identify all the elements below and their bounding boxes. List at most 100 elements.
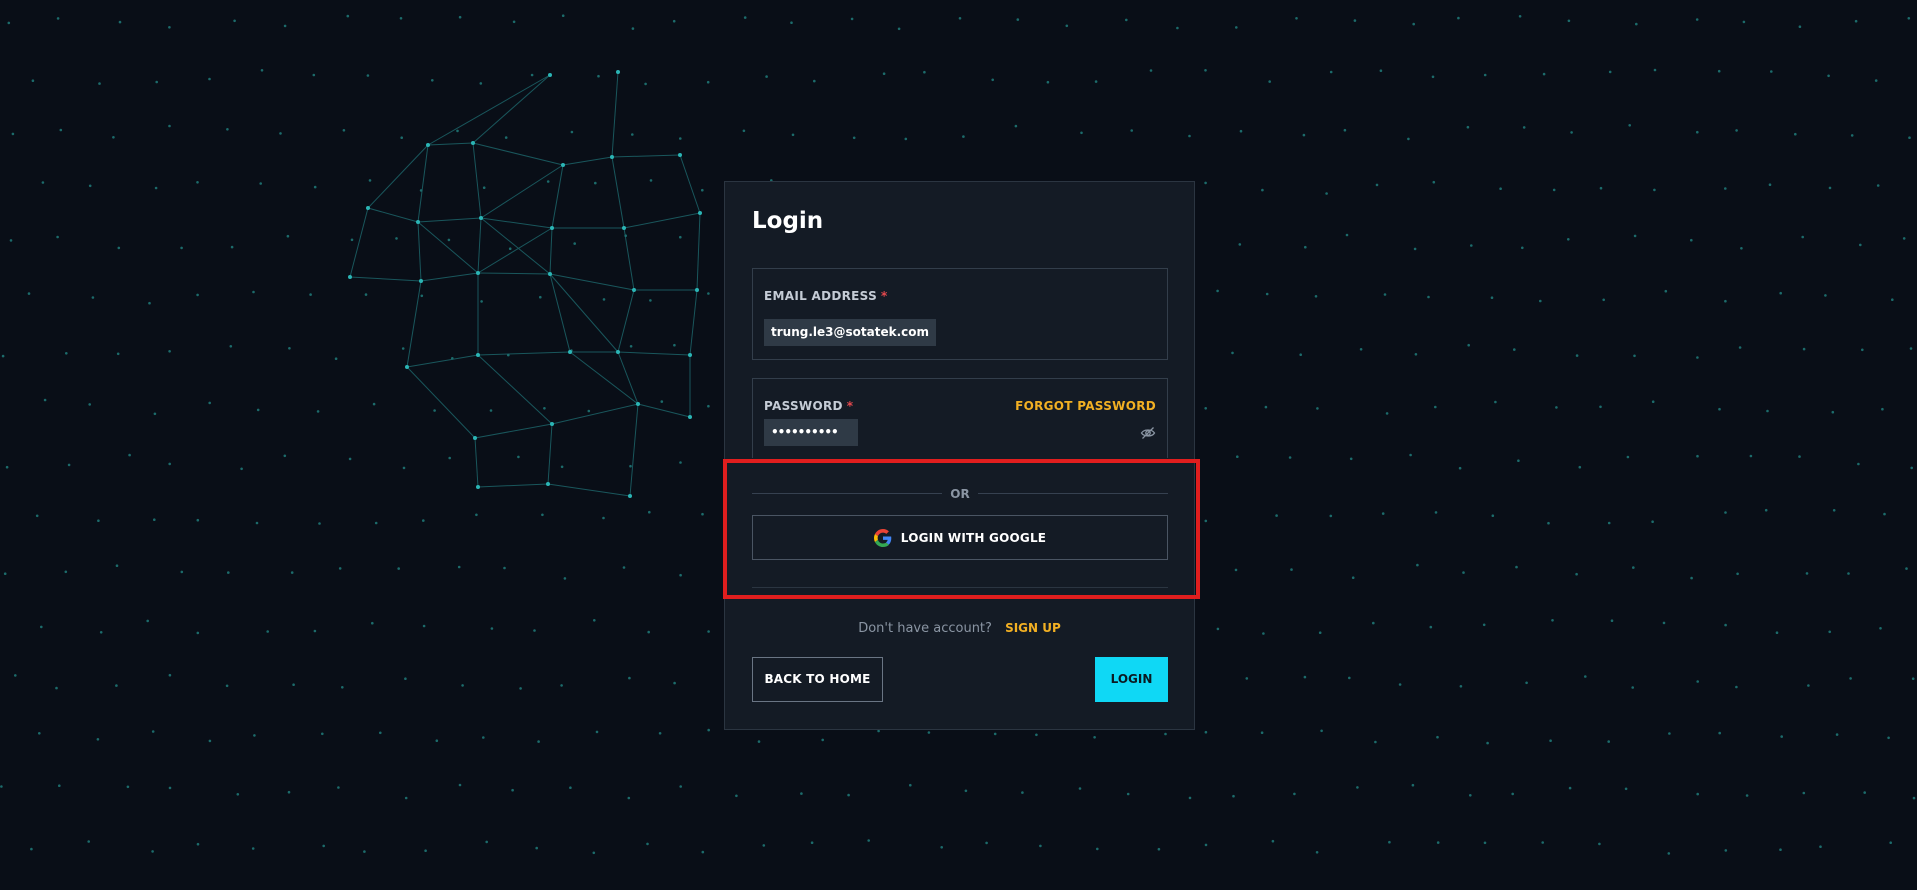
background-dot <box>1351 576 1355 579</box>
background-dot <box>379 731 382 735</box>
background-dot <box>1824 294 1827 297</box>
background-dot <box>991 78 994 82</box>
background-dot <box>420 294 424 298</box>
background-dot <box>126 785 130 789</box>
mesh-node <box>426 143 430 147</box>
mesh-node <box>688 353 692 357</box>
background-dot <box>1021 791 1024 794</box>
background-dot <box>1607 740 1610 743</box>
background-dot <box>58 784 61 787</box>
background-dot <box>14 674 17 677</box>
background-dot <box>146 619 149 623</box>
background-dot <box>1235 26 1238 29</box>
background-dot <box>1 354 5 358</box>
forgot-password-link[interactable]: FORGOT PASSWORD <box>1015 399 1156 413</box>
mesh-line <box>349 276 422 282</box>
background-dot <box>1316 407 1319 410</box>
mesh-line <box>417 221 422 282</box>
email-field[interactable]: EMAIL ADDRESS * trung.le3@sotatek.com <box>752 268 1168 360</box>
background-dot <box>322 844 326 848</box>
background-dot <box>560 684 563 687</box>
background-dot <box>679 235 682 239</box>
background-dot <box>1093 736 1096 739</box>
background-dot <box>1805 572 1809 575</box>
background-dot <box>765 75 768 78</box>
background-dot <box>1204 181 1207 185</box>
background-dot <box>226 128 229 131</box>
background-dot <box>1299 353 1302 357</box>
background-dot <box>371 621 374 625</box>
background-dot <box>1608 70 1612 74</box>
eye-slash-icon[interactable] <box>1140 425 1156 441</box>
background-dot <box>595 730 599 734</box>
background-dot <box>1483 841 1487 845</box>
mesh-line <box>617 351 691 356</box>
background-dot <box>227 571 230 574</box>
background-dot <box>490 627 494 630</box>
background-dot <box>1764 508 1768 512</box>
background-dot <box>168 350 171 353</box>
mesh-node <box>568 350 572 354</box>
background-dot <box>673 681 676 685</box>
background-dot <box>1411 783 1415 787</box>
background-dot <box>602 516 605 520</box>
back-to-home-button[interactable]: BACK TO HOME <box>752 657 883 702</box>
background-dot <box>1236 455 1239 459</box>
background-dot <box>180 570 184 574</box>
password-input[interactable]: •••••••••• <box>764 419 858 446</box>
background-dot <box>251 847 255 850</box>
password-field[interactable]: PASSWORD * FORGOT PASSWORD •••••••••• <box>752 378 1168 458</box>
background-dot <box>679 785 682 788</box>
background-dot <box>592 851 596 855</box>
background-dot <box>342 129 346 132</box>
background-dot <box>1414 353 1418 356</box>
background-dot <box>67 463 71 467</box>
background-dot <box>1522 126 1526 129</box>
background-dot <box>1302 133 1306 137</box>
background-dot <box>1857 462 1860 466</box>
background-dot <box>923 70 926 74</box>
mesh-line <box>474 437 479 488</box>
background-dot <box>1549 739 1552 742</box>
background-dot <box>397 567 401 570</box>
background-dot <box>1416 563 1419 567</box>
background-dot <box>59 128 63 132</box>
background-dot <box>363 850 366 853</box>
background-dot <box>482 736 485 739</box>
background-dot <box>151 850 154 853</box>
mesh-node <box>546 482 550 486</box>
background-dot <box>155 80 158 84</box>
background-dot <box>1907 17 1911 20</box>
mesh-line <box>611 154 681 158</box>
background-dot <box>287 790 291 794</box>
background-dot <box>1690 238 1693 242</box>
background-dot <box>180 246 183 250</box>
background-dot <box>1908 136 1911 139</box>
background-dot <box>40 625 43 629</box>
background-dot <box>1881 407 1884 411</box>
login-button[interactable]: LOGIN <box>1095 657 1168 702</box>
background-dot <box>1599 186 1603 190</box>
background-dot <box>168 673 172 677</box>
background-dot <box>1293 792 1296 796</box>
background-dot <box>1887 736 1890 740</box>
sign-up-link[interactable]: SIGN UP <box>1005 621 1061 635</box>
login-with-google-button[interactable]: LOGIN WITH GOOGLE <box>752 515 1168 560</box>
background-dot <box>1320 729 1323 733</box>
background-dot <box>458 15 462 19</box>
mesh-node <box>476 485 480 489</box>
background-dot <box>346 14 350 18</box>
mesh-line <box>611 71 619 158</box>
background-dot <box>225 684 229 688</box>
background-dot <box>115 564 119 567</box>
background-dot <box>348 457 352 461</box>
background-dot <box>1303 675 1307 679</box>
email-input[interactable]: trung.le3@sotatek.com <box>764 319 936 346</box>
background-dot <box>852 136 856 140</box>
mesh-node <box>636 402 640 406</box>
background-dot <box>1409 453 1412 457</box>
background-dot <box>233 19 236 23</box>
page-title: Login <box>752 208 824 234</box>
background-dot <box>116 352 120 356</box>
background-dot <box>1602 298 1605 302</box>
